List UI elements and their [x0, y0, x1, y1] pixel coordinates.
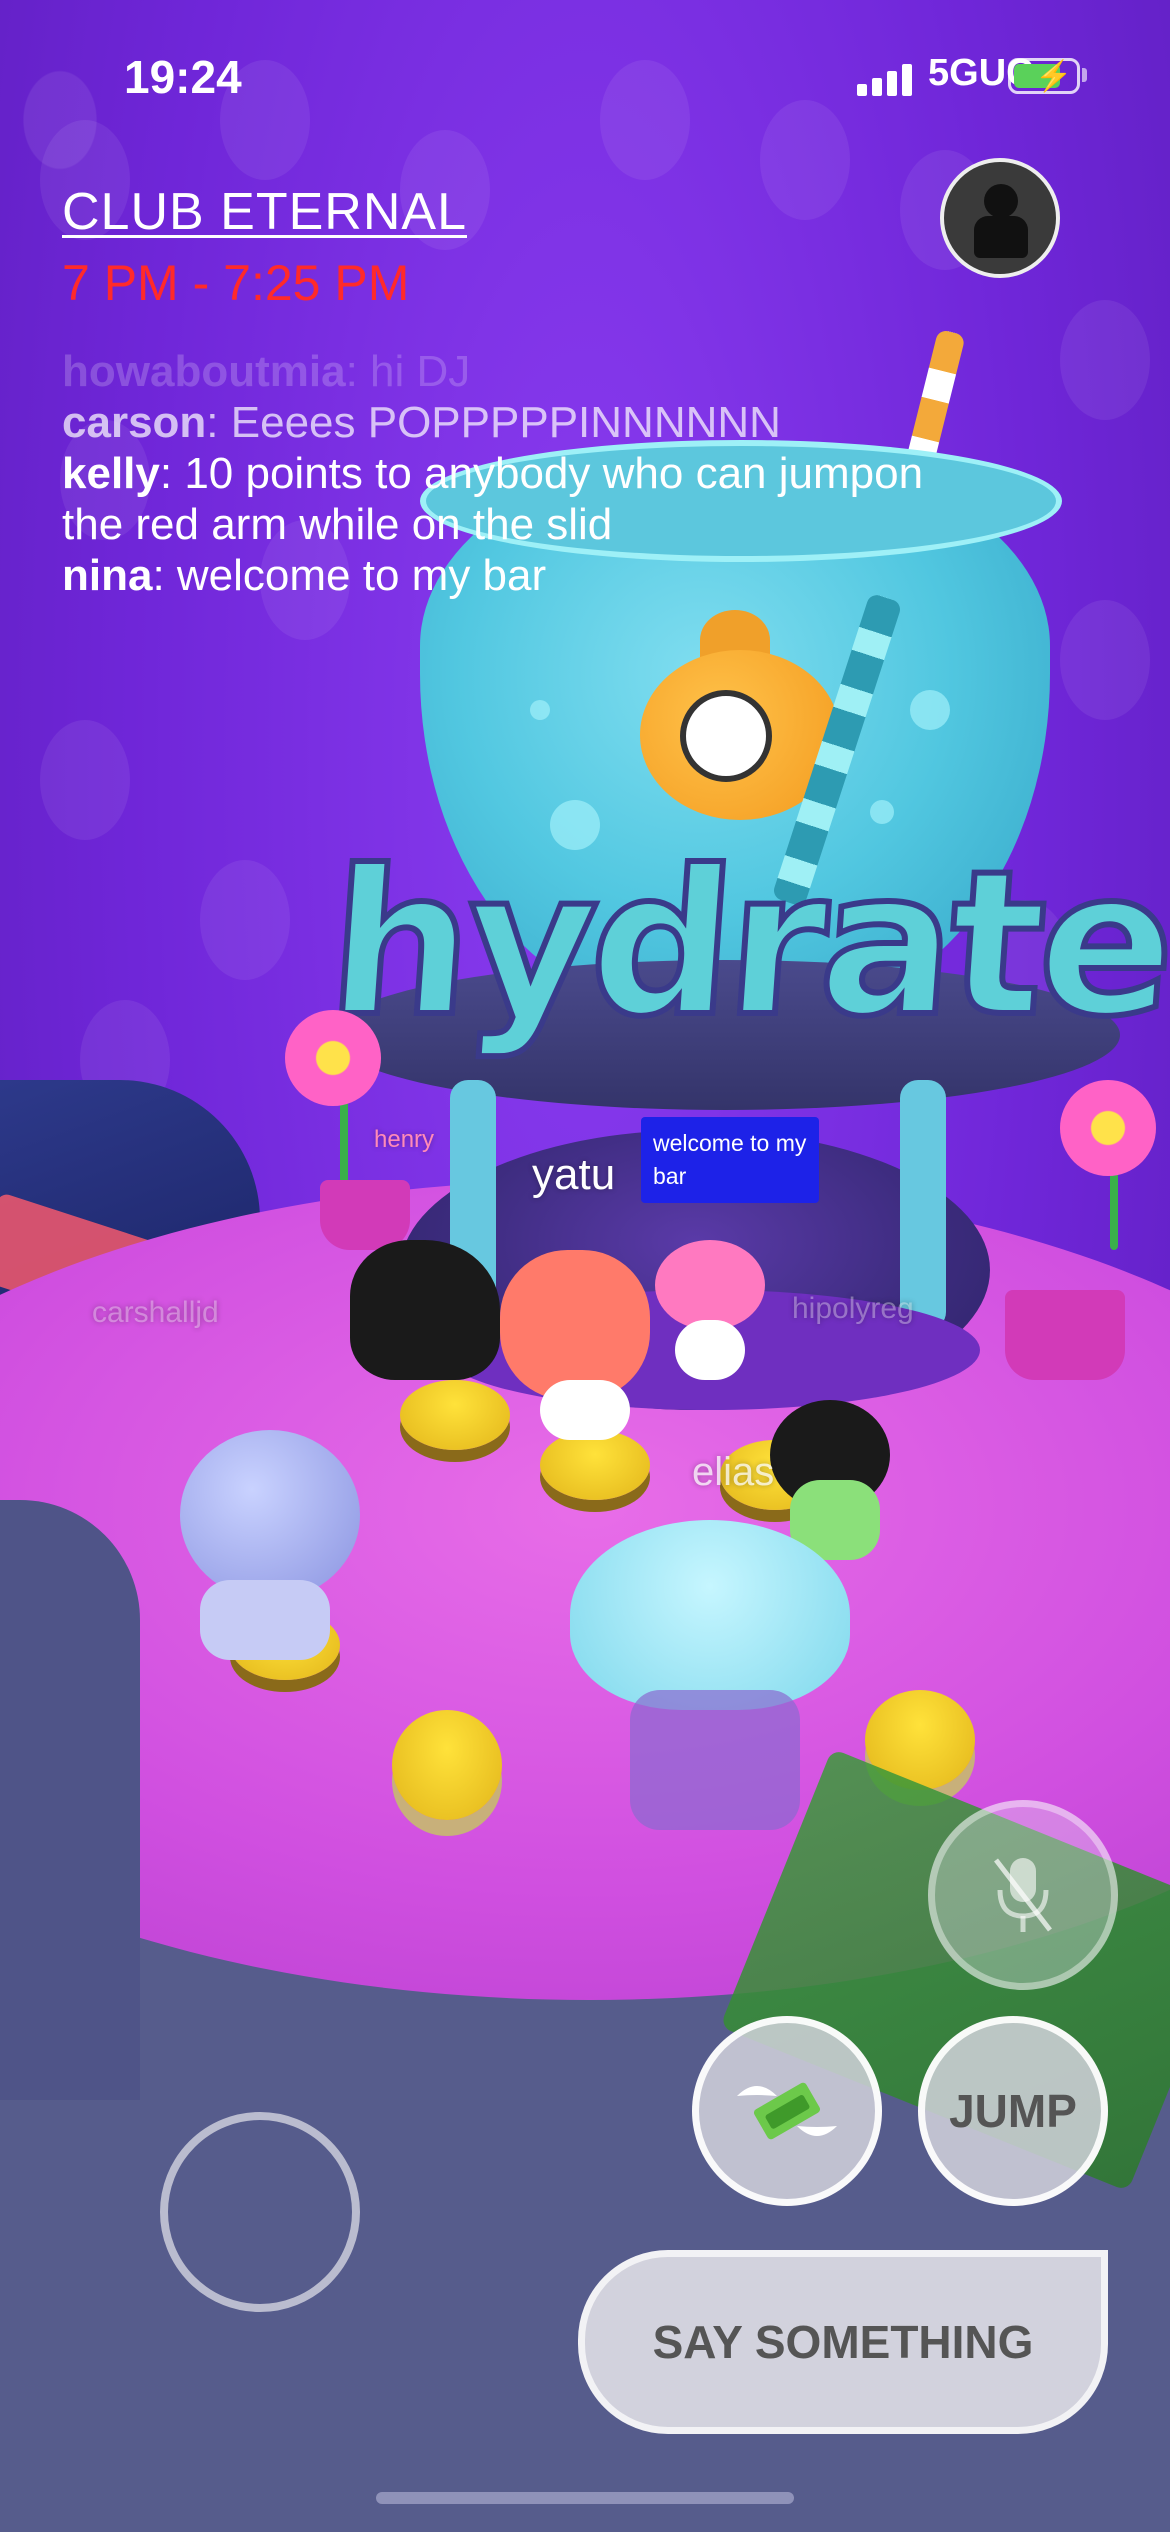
club-title: CLUB ETERNAL — [62, 183, 467, 241]
nametag-yatu: yatu — [532, 1150, 616, 1199]
nametag-hipolyreg: hipolyreg — [792, 1292, 914, 1325]
battery-tip — [1082, 68, 1087, 82]
avatar-bucket-hat[interactable] — [570, 1520, 850, 1710]
speech-bubble: welcome to my bar — [641, 1117, 819, 1203]
chat-message: kelly: 10 points to anybody who can jump… — [62, 449, 924, 549]
flower-pot — [320, 1180, 410, 1250]
nametag-henry: henry — [374, 1126, 435, 1153]
cellular-signal-icon — [857, 62, 917, 96]
home-indicator[interactable] — [376, 2492, 794, 2504]
movement-joystick[interactable] — [160, 2112, 360, 2312]
flower — [285, 1010, 381, 1106]
jump-button[interactable]: JUMP — [918, 2016, 1108, 2206]
avatar-robot-helmet[interactable] — [180, 1430, 360, 1600]
chat-message: carson: Eeees POPPPPPINNNNNN — [62, 398, 781, 447]
chat-log: howaboutmia: hi DJ carson: Eeees POPPPPP… — [62, 346, 962, 601]
mic-toggle-button[interactable] — [928, 1800, 1118, 1990]
say-something-button[interactable]: SAY SOMETHING — [578, 2250, 1108, 2434]
chat-message: howaboutmia: hi DJ — [62, 347, 471, 396]
winged-money-icon — [737, 2082, 837, 2140]
bar-stool — [400, 1380, 510, 1450]
avatar-silhouette-icon — [984, 184, 1018, 218]
fish-eye — [680, 690, 772, 782]
avatar-red-hair[interactable] — [500, 1250, 650, 1400]
avatar-black-hair[interactable] — [350, 1240, 500, 1380]
chat-message: nina: welcome to my bar — [62, 551, 547, 600]
club-schedule: 7 PM - 7:25 PM — [62, 255, 410, 311]
profile-button[interactable] — [940, 158, 1060, 278]
bar-sign: hydrate — [319, 825, 1170, 1064]
flower-pot — [1005, 1290, 1125, 1380]
bar-stool-empty — [392, 1710, 502, 1820]
mic-muted-icon — [994, 1858, 1052, 1932]
nametag-elias: elias — [692, 1450, 775, 1494]
floor-edge — [0, 1500, 140, 2100]
nametag-carshalljd: carshalljd — [92, 1296, 219, 1329]
status-time: 19:24 — [124, 51, 242, 103]
bar-stool — [540, 1430, 650, 1500]
flower — [1060, 1080, 1156, 1176]
battery-charging-icon: ⚡ — [1008, 58, 1080, 94]
tip-button[interactable] — [692, 2016, 882, 2206]
dj-avatar[interactable] — [655, 1240, 765, 1330]
